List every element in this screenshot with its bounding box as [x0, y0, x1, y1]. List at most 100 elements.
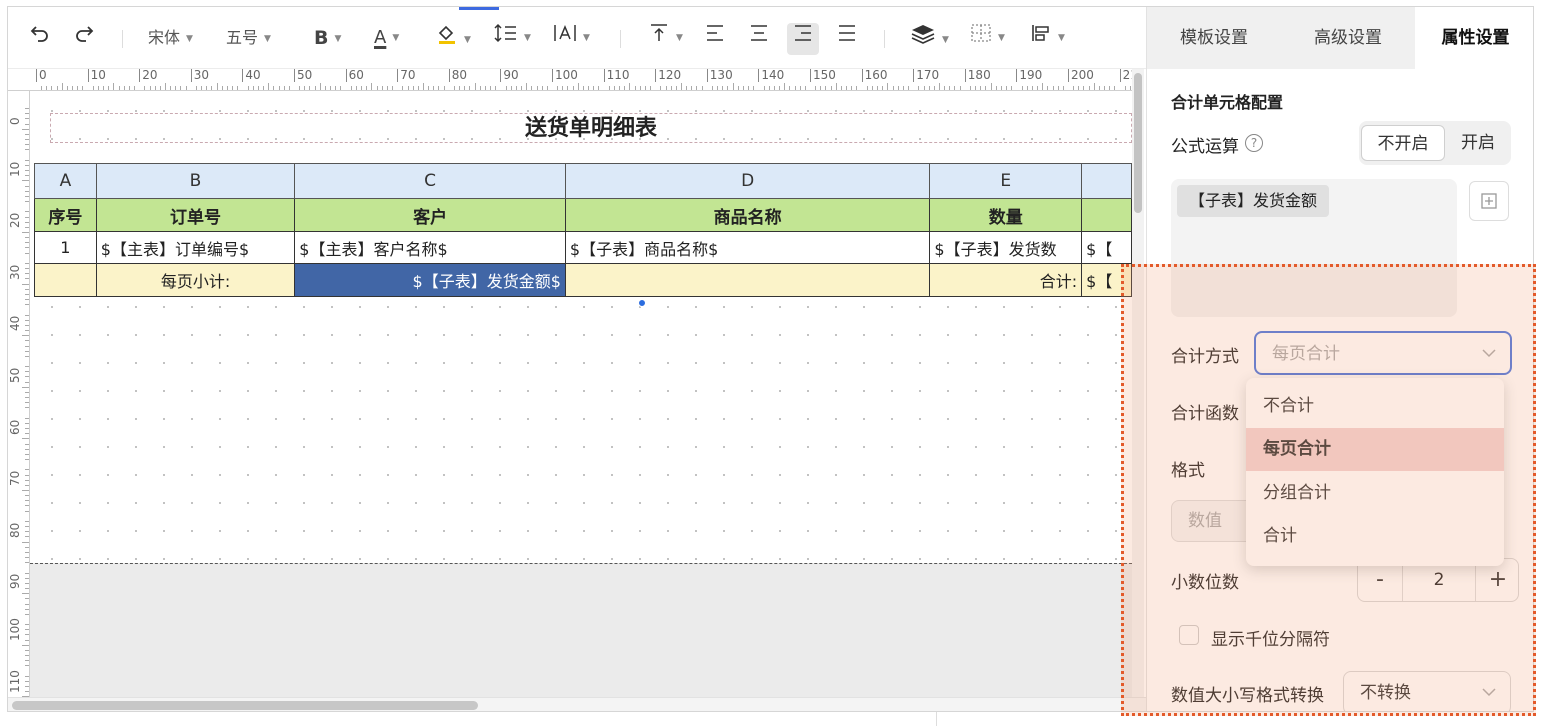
redo-icon[interactable] [74, 23, 94, 53]
column-letter[interactable] [1081, 163, 1132, 199]
vertical-ruler: 0 10 20 30 40 50 60 70 80 90 100 110 [8, 91, 30, 697]
ruler-tick-label: 30 [8, 264, 22, 280]
undo-icon[interactable] [30, 23, 50, 53]
font-color-button[interactable]: A ▼ [374, 23, 399, 53]
header-cell[interactable]: 序号 [34, 198, 97, 232]
data-cell[interactable]: $【主表】客户名称$ [294, 231, 566, 264]
sum-mode-select[interactable]: 每页合计 [1254, 331, 1512, 375]
horizontal-ruler: 0 10 20 30 40 50 60 70 80 90 100 110 120 130 140 150 160… [28, 69, 1132, 91]
align-left-icon[interactable] [704, 23, 726, 53]
toggle-off-option[interactable]: 不开启 [1361, 125, 1445, 161]
data-cell[interactable]: $【子表】商品名称$ [564, 231, 931, 264]
tab-property-settings[interactable]: 属性设置 [1415, 7, 1533, 69]
column-letter[interactable]: E [929, 163, 1083, 199]
line-height-icon[interactable]: ▼ [494, 23, 531, 53]
ruler-tick [25, 649, 29, 651]
dropdown-option[interactable]: 合计 [1246, 515, 1504, 558]
ruler-tick [980, 86, 982, 90]
font-family-select[interactable]: 宋体 ▼ [148, 23, 193, 53]
footer-cell[interactable]: 每页小计: [95, 263, 296, 297]
horizontal-scrollbar[interactable] [8, 697, 1146, 711]
ruler-tick [22, 438, 29, 440]
column-letter[interactable]: C [294, 163, 566, 199]
report-title: 送货单明细表 [524, 116, 657, 141]
ruler-tick [92, 86, 94, 90]
ruler-tick [433, 86, 435, 90]
data-cell[interactable]: $【 [1081, 231, 1132, 264]
ruler-tick-label: 80 [8, 522, 22, 538]
ruler-tick [25, 319, 29, 321]
header-cell[interactable]: 订单号 [95, 198, 296, 232]
ruler-tick [742, 86, 744, 90]
thousands-separator-checkbox[interactable] [1179, 625, 1199, 645]
tab-advanced-settings[interactable]: 高级设置 [1281, 7, 1415, 69]
dropdown-option[interactable]: 不合计 [1246, 385, 1504, 428]
ruler-tick [515, 86, 517, 90]
ruler-tick [908, 86, 910, 90]
footer-cell[interactable] [34, 263, 97, 297]
sum-mode-label: 合计方式 [1171, 347, 1239, 367]
ruler-tick [25, 603, 29, 605]
align-top-icon[interactable]: ▼ [648, 23, 683, 53]
tab-template-settings[interactable]: 模板设置 [1147, 7, 1281, 69]
header-cell[interactable] [1081, 198, 1132, 232]
plus-square-icon[interactable] [1469, 181, 1509, 221]
data-cell[interactable]: $【主表】订单编号$ [95, 231, 296, 264]
ruler-tick [923, 86, 925, 90]
case-conversion-select[interactable]: 不转换 [1343, 671, 1511, 711]
ruler-tick [402, 86, 404, 90]
dropdown-option[interactable]: 分组合计 [1246, 472, 1504, 515]
ruler-tick [144, 86, 146, 90]
letter-spacing-icon[interactable]: ▼ [553, 23, 590, 53]
ruler-tick [856, 86, 858, 90]
fill-color-icon[interactable]: ▼ [436, 23, 471, 53]
ruler-tick [453, 86, 455, 90]
layers-icon[interactable]: ▼ [910, 23, 949, 53]
bold-button[interactable]: B ▼ [314, 23, 341, 53]
ruler-tick [423, 83, 424, 90]
design-canvas[interactable]: 送货单明细表 A B C D E 序号 订单号 客户 商品名称 数量 1 $【主… [30, 91, 1132, 697]
align-objects-icon[interactable]: ▼ [1030, 23, 1065, 53]
dropdown-option-selected[interactable]: 每页合计 [1246, 428, 1504, 471]
footer-cell[interactable]: 合计: [929, 263, 1083, 297]
ruler-tick [392, 86, 394, 90]
header-row: 序号 订单号 客户 商品名称 数量 [34, 198, 1132, 232]
align-center-icon[interactable] [748, 23, 770, 53]
report-table[interactable]: A B C D E 序号 订单号 客户 商品名称 数量 1 $【主表】订单编号$… [34, 163, 1132, 297]
data-cell[interactable]: 1 [34, 231, 97, 264]
ruler-tick [25, 340, 29, 342]
horizontal-scroll-thumb[interactable] [12, 701, 478, 710]
header-cell[interactable]: 客户 [294, 198, 566, 232]
ruler-tick [727, 86, 729, 90]
ruler-tick [25, 211, 29, 213]
align-right-icon[interactable] [792, 23, 814, 53]
footer-cell[interactable] [564, 263, 931, 297]
footer-cell[interactable]: $【 [1081, 263, 1132, 297]
title-textbox[interactable]: 送货单明细表 [50, 113, 1132, 143]
data-cell[interactable]: $【子表】发货数 [929, 231, 1083, 264]
header-cell[interactable]: 数量 [929, 198, 1083, 232]
align-justify-icon[interactable] [836, 23, 858, 53]
border-icon[interactable]: ▼ [970, 23, 1005, 53]
ruler-tick [882, 86, 884, 90]
column-letter[interactable]: D [564, 163, 931, 199]
ruler-tick [25, 345, 29, 347]
ruler-tick [737, 86, 739, 90]
ruler-tick [1109, 86, 1111, 90]
ruler-tick [180, 86, 182, 90]
vertical-scroll-thumb[interactable] [1134, 73, 1142, 213]
ruler-tick [25, 474, 29, 476]
resize-handle[interactable] [638, 299, 646, 307]
formula-box[interactable]: 【子表】发货金额 [1171, 179, 1457, 317]
vertical-scrollbar[interactable] [1132, 69, 1144, 697]
header-cell[interactable]: 商品名称 [564, 198, 931, 232]
help-circle-icon[interactable]: ? [1245, 134, 1263, 152]
formula-field-tag[interactable]: 【子表】发货金额 [1177, 185, 1330, 217]
selected-sum-cell[interactable]: $【子表】发货金额$ [294, 263, 566, 297]
ruler-tick [335, 86, 337, 90]
ruler-tick-label: 0 [36, 69, 47, 82]
font-size-select[interactable]: 五号 ▼ [226, 23, 271, 53]
column-letter[interactable]: B [95, 163, 296, 199]
column-letter[interactable]: A [34, 163, 97, 199]
toggle-on-option[interactable]: 开启 [1447, 125, 1509, 161]
